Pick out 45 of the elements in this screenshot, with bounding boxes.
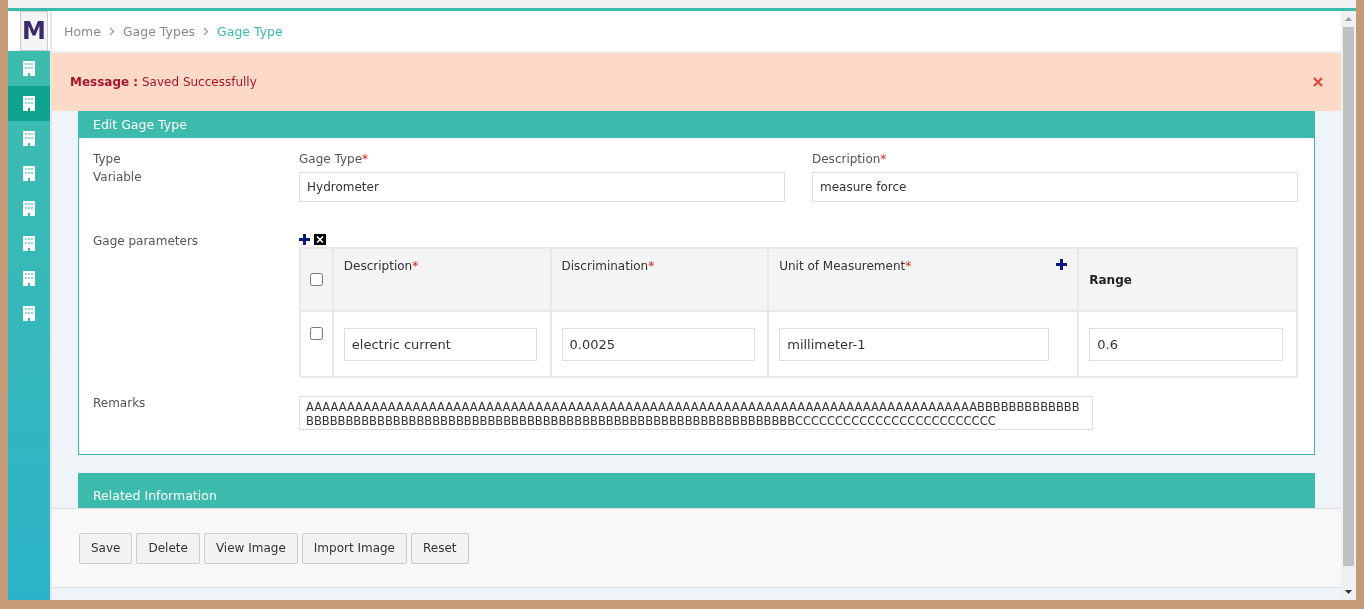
action-button[interactable]: Delete (136, 532, 200, 564)
building-icon (23, 131, 35, 146)
type-value: Variable (93, 170, 143, 184)
action-button[interactable]: Save (79, 532, 133, 564)
delete-box-icon[interactable] (314, 234, 326, 245)
panel-title: Edit Gage Type (93, 117, 187, 132)
parameters-label: Gage parameters (93, 234, 200, 250)
chevron-right-icon (108, 26, 115, 36)
column-header: Discrimination* (561, 259, 655, 273)
building-icon (23, 306, 35, 321)
column-header: Description* (343, 259, 419, 273)
select-all-checkbox[interactable] (310, 273, 324, 286)
field-label: Description* (812, 152, 888, 166)
action-button[interactable]: Import Image (301, 532, 407, 564)
message-text: Message : Saved Successfully (70, 75, 257, 89)
chevron-right-icon (203, 26, 210, 36)
input-field[interactable]: Hydrometer (299, 172, 785, 202)
column-header: Unit of Measurement* (779, 259, 912, 273)
building-icon (23, 236, 35, 251)
building-icon (23, 96, 35, 111)
close-icon[interactable] (1313, 77, 1323, 87)
table-input[interactable]: electric current (343, 327, 537, 361)
column-header: Range (1089, 272, 1132, 287)
remarks-label: Remarks (93, 396, 147, 412)
input-field[interactable]: measure force (812, 172, 1298, 202)
plus-icon[interactable] (1056, 259, 1068, 270)
row-checkbox[interactable] (310, 327, 324, 340)
table-input[interactable]: 0.0025 (561, 327, 755, 361)
building-icon (23, 61, 35, 76)
building-icon (23, 201, 35, 216)
building-icon (23, 166, 35, 181)
plus-icon[interactable] (299, 234, 310, 245)
building-icon (23, 271, 35, 286)
breadcrumb-link[interactable]: Home (64, 23, 101, 39)
logo[interactable]: M (20, 11, 48, 51)
sidebar-item[interactable] (8, 86, 50, 121)
field-label: Gage Type* (299, 152, 370, 166)
type-label: Type (93, 152, 122, 166)
panel-title: Related Information (93, 487, 217, 503)
remarks-field[interactable]: AAAAAAAAAAAAAAAAAAAAAAAAAAAAAAAAAAAAAAAAAAAAAAAAAAAAAAAAAAAAAAAAAAAAAAAAAAAAAAAAAABBBBBBBBBBBBBBBBBBBBBBBBBBBBBBBBBBBBBBBBBBBBBBBBBBBBBBBBBBBBBBBBBBBBBBBBBBBCCCCCCCCCCCCCCCCCCCCCCCCC (299, 396, 1093, 430)
action-button[interactable]: Reset (411, 532, 469, 564)
breadcrumb-link[interactable]: Gage Types (122, 23, 196, 39)
table-input[interactable]: millimeter-1 (779, 327, 1050, 361)
action-button[interactable]: View Image (203, 532, 298, 564)
table-input[interactable]: 0.6 (1089, 327, 1284, 361)
